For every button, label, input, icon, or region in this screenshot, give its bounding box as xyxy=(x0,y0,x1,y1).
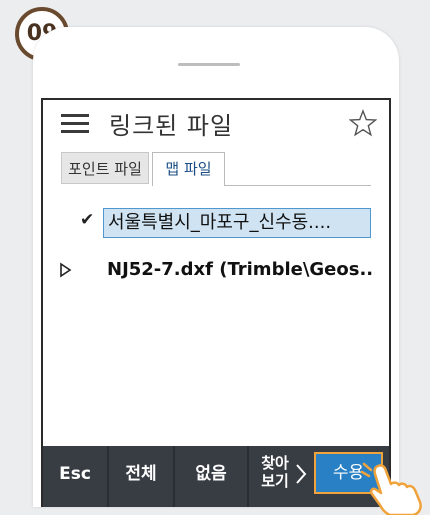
select-all-button[interactable]: 전체 xyxy=(109,446,173,507)
phone-speaker xyxy=(178,63,240,66)
tab-point-files[interactable]: 포인트 파일 xyxy=(61,152,149,184)
file-name-selected[interactable]: 서울특별시_마포구_신수동.... xyxy=(103,208,371,238)
file-row[interactable]: ✔ 서울특별시_마포구_신수동.... xyxy=(43,206,389,240)
menu-icon[interactable] xyxy=(61,114,89,134)
app-screen: 링크된 파일 포인트 파일 맵 파일 ✔ 서울특별시_마포구_신수동.... N… xyxy=(41,98,391,507)
esc-button[interactable]: Esc xyxy=(43,446,107,507)
browse-label-line1: 찾아 xyxy=(261,454,289,472)
bottom-toolbar: Esc 전체 없음 찾아 보기 수용 xyxy=(43,446,389,507)
tab-divider xyxy=(225,185,371,186)
file-name[interactable]: NJ52-7.dxf (Trimble\Geos... xyxy=(107,256,375,286)
chevron-right-icon xyxy=(296,464,307,484)
phone-frame: 링크된 파일 포인트 파일 맵 파일 ✔ 서울특별시_마포구_신수동.... N… xyxy=(33,27,399,507)
tab-map-files[interactable]: 맵 파일 xyxy=(152,152,225,186)
browse-label-line2: 보기 xyxy=(261,472,289,490)
browse-label: 찾아 보기 xyxy=(257,454,293,490)
file-row[interactable]: NJ52-7.dxf (Trimble\Geos... xyxy=(43,254,389,288)
expand-arrow-icon[interactable] xyxy=(57,258,75,282)
check-icon: ✔ xyxy=(80,210,95,230)
select-none-button[interactable]: 없음 xyxy=(175,446,247,507)
browse-button[interactable]: 찾아 보기 xyxy=(249,446,311,507)
page-title: 링크된 파일 xyxy=(109,112,234,140)
star-icon[interactable] xyxy=(349,109,377,137)
pointing-hand-icon xyxy=(360,462,422,515)
title-bar: 링크된 파일 xyxy=(43,100,389,144)
